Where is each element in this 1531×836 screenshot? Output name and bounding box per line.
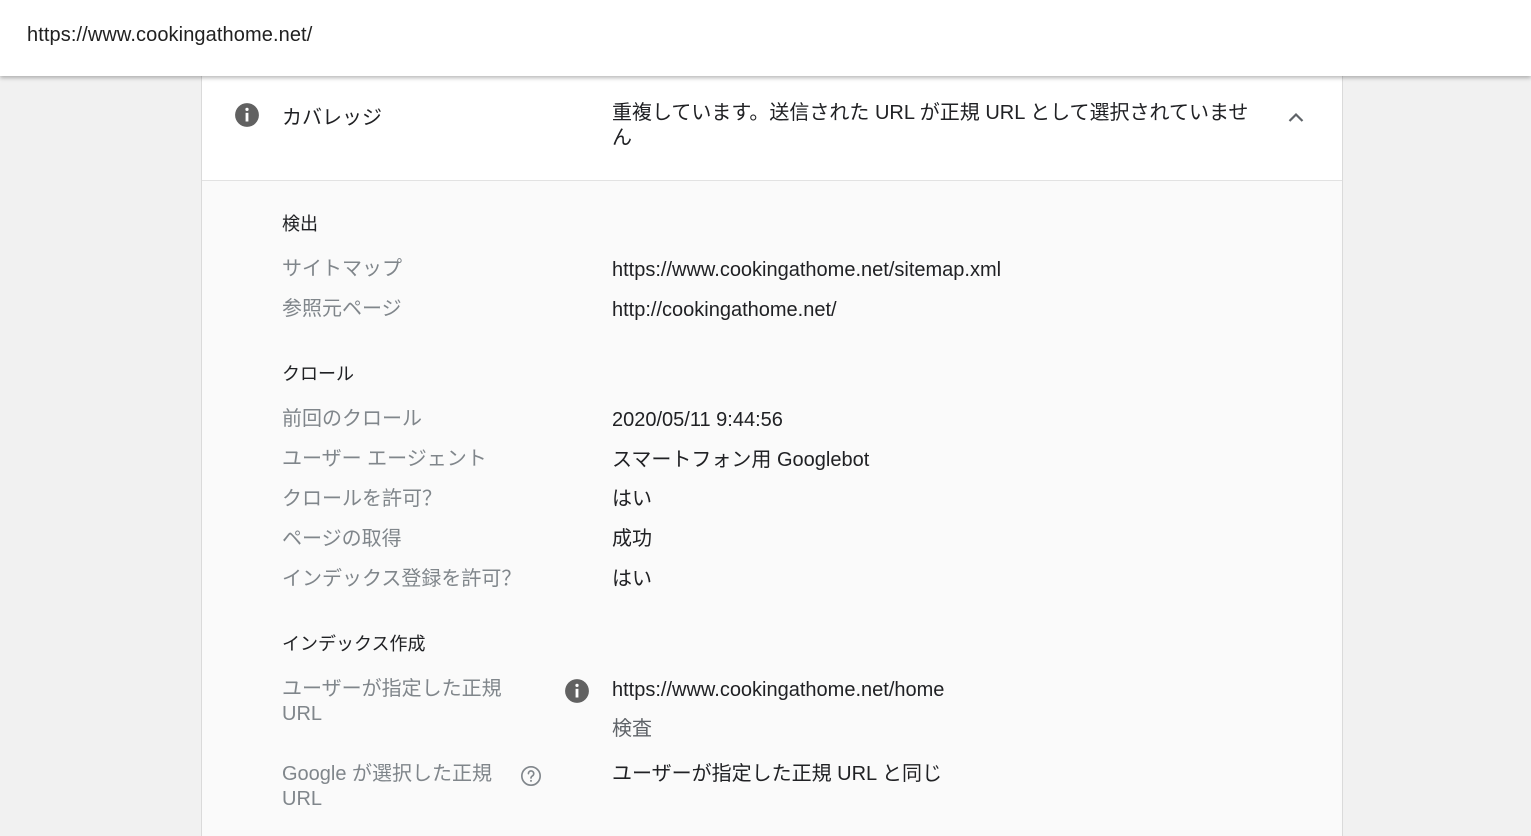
chevron-up-icon[interactable] <box>1284 106 1308 130</box>
inspected-url[interactable]: https://www.cookingathome.net/ <box>27 24 312 47</box>
google-canonical-value: ユーザーが指定した正規 URL と同じ <box>612 763 942 785</box>
crawl-allowed-value: はい <box>612 488 652 510</box>
user-canonical-label: ユーザーが指定した正規 URL <box>282 678 502 725</box>
last-crawl-value: 2020/05/11 9:44:56 <box>612 409 783 431</box>
section-heading-indexing: インデックス作成 <box>282 634 426 654</box>
section-heading-detection: 検出 <box>282 214 318 234</box>
user-agent-label: ユーザー エージェント <box>282 448 487 470</box>
google-canonical-label: Google が選択した正規 URL <box>282 763 493 810</box>
coverage-value: 重複しています。送信された URL が正規 URL として選択されていません <box>612 102 1249 149</box>
referrer-label: 参照元ページ <box>282 298 402 320</box>
indexing-allowed-value: はい <box>612 568 652 590</box>
inspect-link[interactable]: 検査 <box>612 712 652 741</box>
page-fetch-value: 成功 <box>612 528 652 550</box>
sitemap-value: https://www.cookingathome.net/sitemap.xm… <box>612 259 1002 281</box>
referrer-value: http://cookingathome.net/ <box>612 299 837 321</box>
inspection-panel: カバレッジ 重複しています。送信された URL が正規 URL として選択されて… <box>201 76 1343 836</box>
coverage-label: カバレッジ <box>282 107 382 129</box>
page-fetch-label: ページの取得 <box>282 528 402 550</box>
section-heading-crawl: クロール <box>282 364 354 384</box>
user-agent-value: スマートフォン用 Googlebot <box>612 449 870 471</box>
help-icon[interactable] <box>520 765 542 787</box>
crawl-allowed-label: クロールを許可？ <box>282 488 442 510</box>
sitemap-label: サイトマップ <box>282 258 402 280</box>
indexing-allowed-label: インデックス登録を許可？ <box>282 568 522 590</box>
last-crawl-label: 前回のクロール <box>282 408 422 430</box>
info-icon[interactable] <box>564 678 590 704</box>
coverage-header[interactable]: カバレッジ 重複しています。送信された URL が正規 URL として選択されて… <box>202 76 1342 181</box>
user-canonical-value: https://www.cookingathome.net/home <box>612 679 945 701</box>
info-icon <box>235 103 259 127</box>
url-bar: https://www.cookingathome.net/ <box>0 0 1531 76</box>
